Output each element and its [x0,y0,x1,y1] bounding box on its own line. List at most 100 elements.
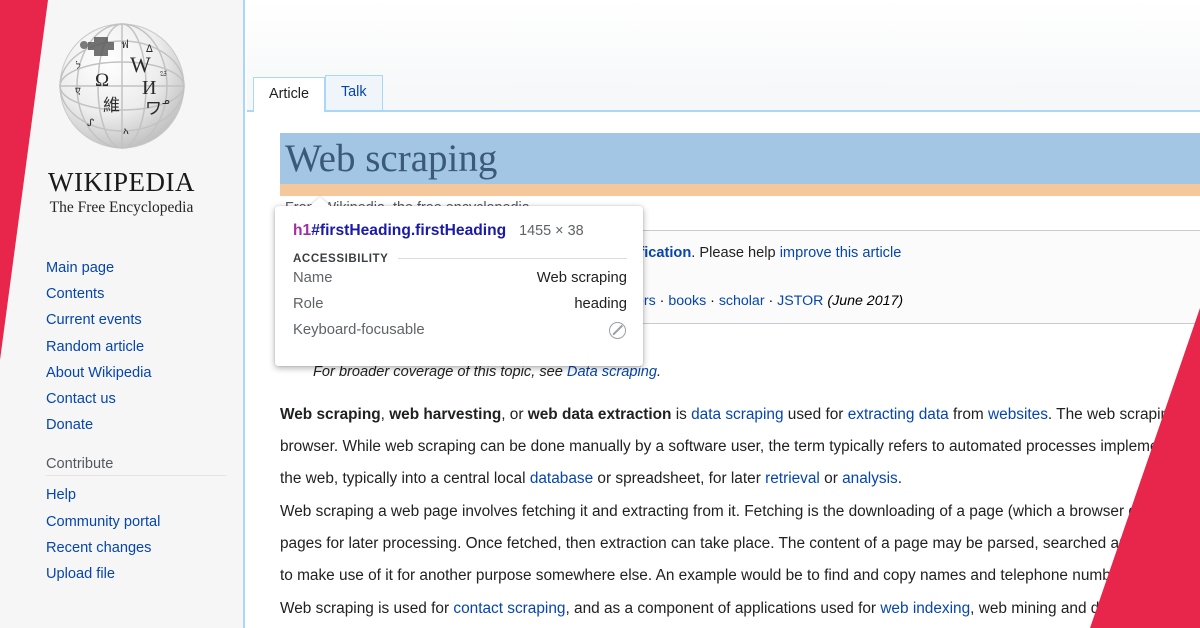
sidebar-item-random-article[interactable]: Random article [46,334,241,360]
article-paragraph-2: Web scraping a web page involves fetchin… [280,496,1200,592]
article-paragraph-1: Web scraping, web harvesting, or web dat… [280,399,1200,495]
sidebar-item-community-portal[interactable]: Community portal [46,509,241,535]
article-line: to make use of it for another purpose so… [280,560,1200,592]
tooltip-element-dimensions: 1455 × 38 [519,223,584,239]
svg-text:ए: ए [75,86,81,97]
tooltip-key-keyboard-focusable: Keyboard-focusable [293,322,425,338]
article-link[interactable]: retrieval [765,470,820,487]
tooltip-section-label: ACCESSIBILITY [293,252,389,265]
article-line: browser. While web scraping can be done … [280,431,1200,463]
svg-text:አ: አ [123,126,129,137]
article-text: . The web scraping software may directly… [1047,406,1200,423]
article-link[interactable]: analysis [842,470,898,487]
tab-talk[interactable]: Talk [324,74,383,110]
article-text: , and as a component of applications use… [565,600,881,617]
tooltip-section-rule [398,258,627,259]
article-line: Web scraping, web harvesting, or web dat… [280,399,1200,431]
article-text: . [897,470,902,487]
tooltip-header: h1 #firstHeading.firstHeading 1455 × 38 [275,206,643,240]
article-text: , [380,406,390,423]
tooltip-value-role: heading [574,296,627,312]
tab-article[interactable]: Article [253,76,325,112]
tooltip-element-selector: #firstHeading.firstHeading [311,222,507,239]
article-link[interactable]: extracting data [848,406,949,423]
article-line: the web, typically into a central local … [280,463,1200,495]
find-sources-jstor[interactable]: JSTOR [777,293,823,309]
article-text: or [819,470,843,487]
svg-text:ᓄ: ᓄ [162,96,170,106]
sidebar-navigation: Main page Contents Current events Random… [46,255,241,587]
tooltip-section-accessibility: ACCESSIBILITY [275,240,643,265]
article-link[interactable]: database [530,470,593,487]
namespace-tab-bar: Article Talk [247,0,1200,112]
hatnote: For broader coverage of this topic, see … [313,364,661,380]
tooltip-element-tag: h1 [293,222,312,239]
svg-text:ಚ: ಚ [160,68,167,79]
sidebar-item-help[interactable]: Help [46,482,241,508]
article-text: the web, typically into a central local [280,470,530,487]
article-paragraph-3: Web scraping is used for contact scrapin… [280,593,1200,625]
tooltip-key-role: Role [293,296,324,312]
wikipedia-logo[interactable]: W Ω И 維 ワ ฟ ᐃ ל ए ᔑ አ ಚ ᓄ WIKIPEDIA The … [0,14,243,217]
article-link[interactable]: web indexing [880,600,970,617]
hatnote-prefix: For broader coverage of this topic, see [313,364,567,380]
article-term: web data extraction [527,406,672,423]
banner-text-please-help: . Please help [691,245,780,261]
svg-text:И: И [142,77,156,99]
sidebar-item-current-events[interactable]: Current events [46,307,241,333]
article-term: web harvesting [389,406,502,423]
devtools-margin-highlight [280,184,1200,196]
find-sources-books[interactable]: books [668,293,706,309]
article-line: Web scraping is used for contact scrapin… [280,593,1200,625]
tooltip-value-name: Web scraping [536,270,627,286]
tooltip-row-name: Name Web scraping [275,265,643,291]
sidebar-item-contact-us[interactable]: Contact us [46,386,241,412]
article-text: or spreadsheet, for later [593,470,766,487]
sidebar-item-donate[interactable]: Donate [46,412,241,438]
svg-text:W: W [130,52,151,77]
svg-text:ワ: ワ [145,99,162,118]
sidebar-item-recent-changes[interactable]: Recent changes [46,535,241,561]
article-text: to make use of it for another purpose so… [280,567,1200,584]
find-sources-date: (June 2017) [827,293,904,309]
sidebar-item-about-wikipedia[interactable]: About Wikipedia [46,360,241,386]
svg-text:ᐃ: ᐃ [146,44,153,55]
article-text: Web scraping a web page involves fetchin… [280,503,1200,520]
article-link[interactable]: data scraping [691,406,783,423]
tooltip-row-keyboard-focusable: Keyboard-focusable [275,317,643,343]
article-line: Web scraping a web page involves fetchin… [280,496,1200,528]
sidebar-section-contribute: Contribute [46,456,226,477]
svg-text:ᔑ: ᔑ [87,118,94,129]
wikipedia-wordmark: WIKIPEDIA [48,167,195,197]
wikipedia-tagline: The Free Encyclopedia [49,199,194,217]
not-allowed-icon [609,321,626,339]
wikipedia-globe-icon: W Ω И 維 ワ ฟ ᐃ ל ए ᔑ አ ಚ ᓄ [47,14,197,164]
article-text: pages for later processing. Once fetched… [280,535,1200,552]
article-text: Web scraping is used for [280,600,454,617]
article-text: , web mining and data mining, online pri… [970,600,1200,617]
svg-text:ל: ל [75,60,81,72]
article-link[interactable]: websites [988,406,1048,423]
find-sources-scholar[interactable]: scholar [719,293,765,309]
tooltip-row-role: Role heading [275,291,643,317]
article-link[interactable]: contact scraping [453,600,565,617]
page-title: Web scraping [285,137,498,180]
devtools-accessibility-tooltip: h1 #firstHeading.firstHeading 1455 × 38 A… [275,197,643,366]
sidebar-item-upload-file[interactable]: Upload file [46,561,241,587]
svg-text:維: 維 [103,96,120,115]
sidebar-item-contents[interactable]: Contents [46,281,241,307]
hatnote-suffix: . [656,364,662,380]
article-line: pages for later processing. Once fetched… [280,528,1200,560]
article-text: from [948,406,989,423]
svg-text:Ω: Ω [95,70,109,91]
article-term: Web scraping [280,406,381,423]
article-text: is [671,406,692,423]
svg-text:ฟ: ฟ [121,39,129,51]
hatnote-link-data-scraping[interactable]: Data scraping [567,364,657,380]
sidebar-item-main-page[interactable]: Main page [46,255,241,281]
tooltip-key-name: Name [293,270,333,286]
sidebar: W Ω И 維 ワ ฟ ᐃ ל ए ᔑ አ ಚ ᓄ WIKIPEDIA The … [0,0,245,628]
wikipedia-page: W Ω И 維 ワ ฟ ᐃ ל ए ᔑ አ ಚ ᓄ WIKIPEDIA The … [0,0,1200,628]
article-text: used for [783,406,848,423]
banner-link-improve[interactable]: improve this article [780,245,902,261]
